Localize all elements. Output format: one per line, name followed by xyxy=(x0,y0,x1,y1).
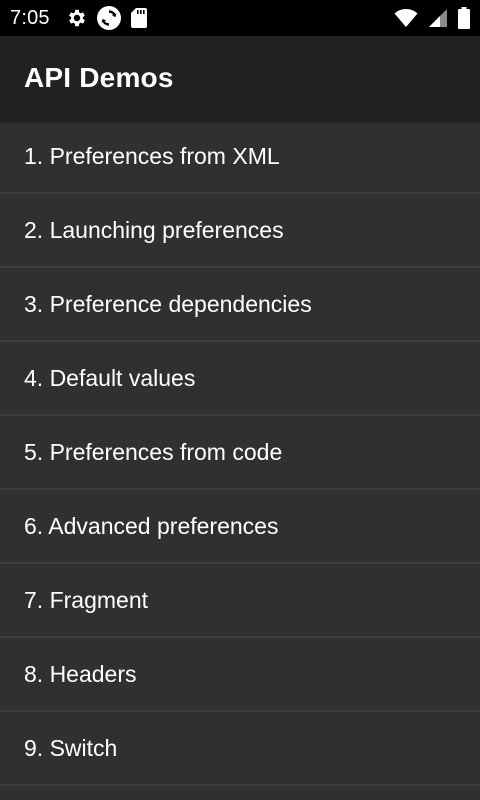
list-item-label: 3. Preference dependencies xyxy=(24,290,312,317)
list-item-label: 1. Preferences from XML xyxy=(24,142,280,169)
list-item[interactable]: 6. Advanced preferences xyxy=(0,490,480,564)
list-item-label: 7. Fragment xyxy=(24,586,148,613)
list-item-label: 5. Preferences from code xyxy=(24,438,283,465)
app-bar: API Demos xyxy=(0,36,480,120)
list-item[interactable]: 8. Headers xyxy=(0,638,480,712)
list-item-label: 2. Launching preferences xyxy=(24,216,284,243)
list-item[interactable]: 2. Launching preferences xyxy=(0,194,480,268)
status-time: 7:05 xyxy=(10,6,50,29)
list-item-label: 8. Headers xyxy=(24,660,137,687)
list-item[interactable]: 4. Default values xyxy=(0,342,480,416)
list-item[interactable]: 3. Preference dependencies xyxy=(0,268,480,342)
list-item[interactable]: 7. Fragment xyxy=(0,564,480,638)
gear-icon xyxy=(66,7,88,29)
status-left: 7:05 xyxy=(0,0,156,36)
list-item-label: 4. Default values xyxy=(24,364,196,391)
sd-card-icon xyxy=(130,7,148,29)
sync-icon xyxy=(96,5,122,31)
preferences-list[interactable]: 1. Preferences from XML 2. Launching pre… xyxy=(0,120,480,800)
wifi-icon xyxy=(394,8,418,28)
list-item-label: 6. Advanced preferences xyxy=(24,512,279,539)
status-bar: 7:05 xyxy=(0,0,480,36)
status-right xyxy=(384,0,480,36)
cell-signal-icon xyxy=(428,8,448,28)
list-item[interactable]: 1. Preferences from XML xyxy=(0,120,480,194)
battery-icon xyxy=(458,7,470,29)
list-item-label: 9. Switch xyxy=(24,734,118,761)
list-item[interactable]: 9. Switch xyxy=(0,712,480,786)
list-item[interactable]: 5. Preferences from code xyxy=(0,416,480,490)
app-title: API Demos xyxy=(24,62,174,93)
